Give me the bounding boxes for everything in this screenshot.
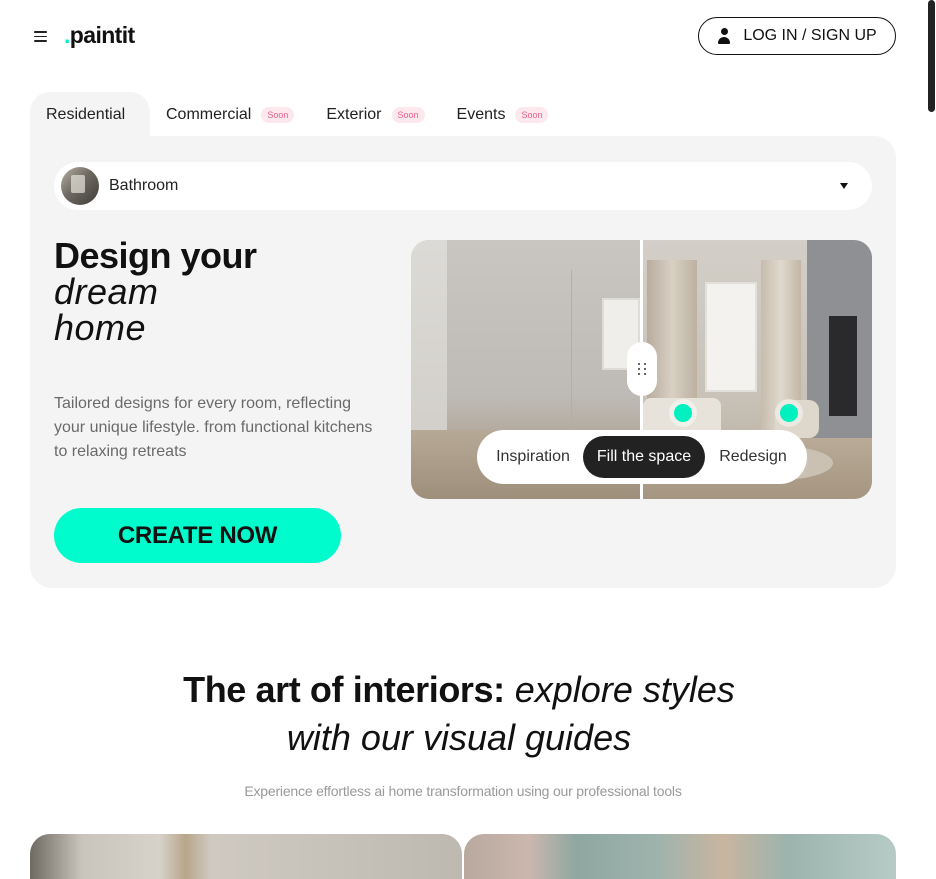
- user-icon: [717, 28, 731, 44]
- section-title-italic-2: with our visual guides: [286, 717, 632, 758]
- gallery-image[interactable]: [30, 834, 462, 879]
- tab-label: Exterior: [326, 106, 382, 123]
- section-title-italic-1: explore styles: [514, 669, 735, 710]
- hero-card: Bathroom Design your dream home Tailored…: [30, 136, 896, 588]
- tab-label: Residential: [46, 106, 126, 123]
- soon-badge: Soon: [391, 107, 425, 123]
- hero-description: Tailored designs for every room, reflect…: [54, 395, 373, 460]
- scrollbar-thumb[interactable]: [928, 0, 935, 112]
- section-title-bold: The art of interiors:: [183, 669, 505, 710]
- logo-text: paintit: [69, 22, 135, 48]
- hero-title-line-2: dream: [54, 271, 159, 312]
- login-signup-button[interactable]: LOG IN / SIGN UP: [698, 17, 896, 55]
- gallery-image[interactable]: [464, 834, 896, 879]
- tab-label: Events: [456, 106, 506, 123]
- mode-inspiration[interactable]: Inspiration: [483, 436, 583, 478]
- mode-redesign[interactable]: Redesign: [705, 436, 801, 478]
- menu-icon[interactable]: [32, 28, 50, 44]
- before-after-compare[interactable]: Inspiration Fill the space Redesign: [411, 240, 872, 499]
- soon-badge: Soon: [261, 107, 295, 123]
- hero-title-line-3: home: [54, 307, 147, 348]
- room-type-select[interactable]: Bathroom: [54, 162, 872, 210]
- style-gallery: [30, 834, 896, 879]
- tab-label: Commercial: [166, 106, 252, 123]
- chevron-down-icon: [840, 183, 848, 189]
- login-signup-label: LOG IN / SIGN UP: [743, 27, 877, 44]
- tab-commercial[interactable]: Commercial Soon: [166, 92, 295, 138]
- section-title: The art of interiors: explore styles wit…: [0, 666, 918, 762]
- hotspot-marker[interactable]: [674, 404, 692, 422]
- tab-exterior[interactable]: Exterior Soon: [326, 92, 425, 138]
- mode-fill-the-space[interactable]: Fill the space: [583, 436, 705, 478]
- section-subtitle: Experience effortless ai home transforma…: [244, 783, 682, 799]
- scrollbar[interactable]: [926, 0, 936, 879]
- drag-handle-icon[interactable]: [627, 342, 657, 396]
- header: .paintit LOG IN / SIGN UP: [0, 0, 936, 72]
- tab-residential[interactable]: Residential: [30, 92, 150, 138]
- hotspot-marker[interactable]: [780, 404, 798, 422]
- category-tabs: Residential Commercial Soon Exterior Soo…: [30, 92, 549, 138]
- create-now-button[interactable]: CREATE NOW: [54, 508, 341, 563]
- soon-badge: Soon: [515, 107, 549, 123]
- mode-switch: Inspiration Fill the space Redesign: [477, 430, 807, 484]
- room-thumbnail: [61, 167, 99, 205]
- hero-title-line-1: Design your: [54, 235, 257, 276]
- room-type-value: Bathroom: [109, 177, 179, 194]
- logo[interactable]: .paintit: [64, 22, 135, 49]
- tab-events[interactable]: Events Soon: [457, 92, 549, 138]
- hero-title: Design your dream home: [54, 238, 257, 346]
